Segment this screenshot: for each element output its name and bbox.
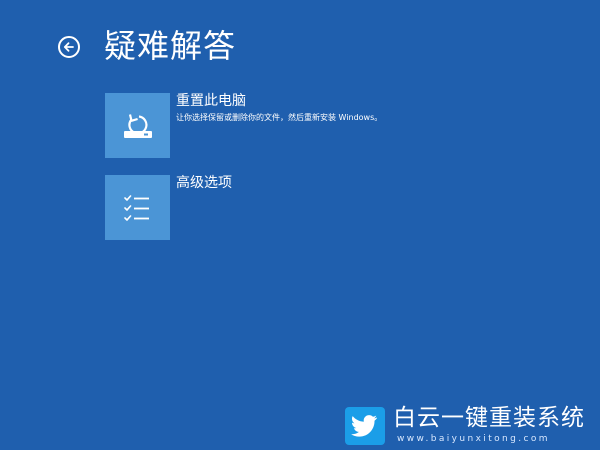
option-title: 重置此电脑 bbox=[176, 93, 246, 109]
watermark-url: www.baiyunxitong.com bbox=[397, 434, 550, 444]
option-tile bbox=[105, 175, 170, 240]
option-advanced-options[interactable]: 高级选项 bbox=[105, 175, 405, 241]
back-arrow-icon bbox=[63, 42, 74, 52]
page-title: 疑难解答 bbox=[104, 27, 237, 65]
troubleshoot-screen: 疑难解答 重置此电脑 让你选择保留或删除你的文件，然后重新安装 Windows。 bbox=[0, 0, 600, 450]
option-tile bbox=[105, 93, 170, 158]
option-reset-pc[interactable]: 重置此电脑 让你选择保留或删除你的文件，然后重新安装 Windows。 bbox=[105, 93, 405, 159]
bird-logo-icon bbox=[351, 415, 377, 437]
reset-pc-icon bbox=[123, 113, 152, 138]
back-button[interactable] bbox=[58, 36, 80, 58]
watermark-title: 白云一键重装系统 bbox=[393, 405, 585, 431]
watermark-logo bbox=[345, 407, 385, 445]
watermark: 白云一键重装系统 www.baiyunxitong.com bbox=[345, 405, 595, 447]
checklist-icon bbox=[123, 194, 149, 221]
option-title: 高级选项 bbox=[176, 175, 232, 191]
option-description: 让你选择保留或删除你的文件，然后重新安装 Windows。 bbox=[176, 113, 383, 122]
